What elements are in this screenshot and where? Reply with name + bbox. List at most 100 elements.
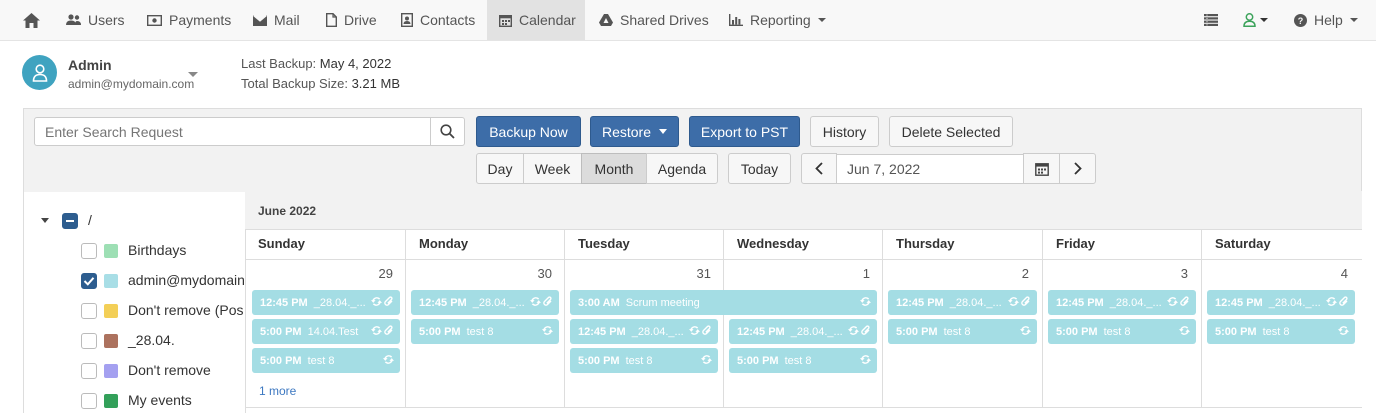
day-number[interactable]: 4 <box>1308 266 1348 281</box>
reporting-icon <box>729 14 743 26</box>
total-backup-size: Total Backup Size: 3.21 MB <box>241 76 400 91</box>
tree-item-dont-remove-pos[interactable]: Don't remove (Pos <box>128 302 245 318</box>
event-title: test 8 <box>466 325 494 338</box>
nav-drive[interactable]: Drive <box>326 0 377 40</box>
chevron-left-icon <box>815 162 823 175</box>
account-email: admin@mydomain.com <box>68 77 195 91</box>
list-view-button[interactable] <box>1204 0 1224 40</box>
more-events-link[interactable]: 1 more <box>259 384 296 398</box>
event-title: _28.04._... <box>949 296 1002 309</box>
backup-now-button[interactable]: Backup Now <box>476 116 581 147</box>
calendar-event[interactable]: 5:00 PM test 8 <box>888 319 1037 344</box>
event-time: 12:45 PM <box>419 296 467 309</box>
nav-calendar[interactable]: Calendar <box>487 0 585 40</box>
calendar-event[interactable]: 5:00 PM test 8 <box>1048 319 1196 344</box>
help-menu[interactable]: ? Help <box>1294 0 1358 40</box>
nav-shared-drives[interactable]: Shared Drives <box>599 0 709 40</box>
event-title: test 8 <box>1262 325 1290 338</box>
day-number[interactable]: 2 <box>989 266 1029 281</box>
nav-reporting-label: Reporting <box>750 12 811 28</box>
calendar-event[interactable]: 12:45 PM _28.04._... <box>570 319 718 344</box>
help-label: Help <box>1314 12 1343 28</box>
calendar-event[interactable]: 5:00 PM test 8 <box>411 319 559 344</box>
nav-contacts[interactable]: Contacts <box>401 0 475 40</box>
day-number[interactable]: 1 <box>830 266 870 281</box>
recurring-icon <box>860 355 871 364</box>
list-icon <box>1204 14 1218 26</box>
search-input[interactable] <box>34 117 431 146</box>
delete-selected-button[interactable]: Delete Selected <box>889 116 1013 147</box>
day-number[interactable]: 3 <box>1148 266 1188 281</box>
recurring-icon <box>371 297 382 306</box>
contacts-icon <box>401 13 413 27</box>
payments-icon <box>147 14 162 26</box>
calendar-event[interactable]: 12:45 PM _28.04._... <box>252 290 400 315</box>
nav-reporting[interactable]: Reporting <box>729 0 826 40</box>
calendar-event[interactable]: 12:45 PM _28.04._... <box>411 290 559 315</box>
day-cell[interactable] <box>564 260 565 408</box>
day-cell[interactable] <box>723 260 724 408</box>
day-number[interactable]: 29 <box>353 266 393 281</box>
calendar-event[interactable]: 5:00 PM test 8 <box>252 348 400 373</box>
account-dropdown-caret[interactable] <box>188 72 198 77</box>
calendar-event[interactable]: 12:45 PM _28.04._... <box>1048 290 1196 315</box>
nav-payments[interactable]: Payments <box>147 0 231 40</box>
tree-item-birthdays[interactable]: Birthdays <box>128 242 186 258</box>
user-menu-button[interactable] <box>1243 0 1268 40</box>
view-week-button[interactable]: Week <box>523 153 582 184</box>
view-agenda-button[interactable]: Agenda <box>646 153 718 184</box>
event-time: 3:00 AM <box>578 296 620 309</box>
drive-icon <box>326 13 337 27</box>
calendar-event[interactable]: 12:45 PM _28.04._... <box>729 319 877 344</box>
account-name: Admin <box>68 57 112 73</box>
calendar-checkbox-birthdays[interactable] <box>81 243 97 259</box>
calendar-event[interactable]: 12:45 PM _28.04._... <box>1207 290 1355 315</box>
view-day-button[interactable]: Day <box>476 153 524 184</box>
export-pst-button[interactable]: Export to PST <box>689 116 800 147</box>
calendar-event[interactable]: 5:00 PM test 8 <box>729 348 877 373</box>
day-number[interactable]: 31 <box>671 266 711 281</box>
prev-button[interactable] <box>801 153 837 184</box>
restore-button[interactable]: Restore <box>590 116 679 147</box>
tree-item-my-events[interactable]: My events <box>128 392 192 408</box>
search-button[interactable] <box>430 117 465 146</box>
tree-expand-caret[interactable] <box>41 218 49 223</box>
attachment-icon <box>384 325 393 335</box>
nav-mail[interactable]: Mail <box>253 0 300 40</box>
last-backup-value: May 4, 2022 <box>319 56 392 71</box>
today-button[interactable]: Today <box>728 153 791 184</box>
day-cell[interactable] <box>405 260 406 408</box>
calendar-checkbox-dont-remove-pos[interactable] <box>81 303 97 319</box>
history-button[interactable]: History <box>810 116 879 147</box>
calendar-event[interactable]: 5:00 PM test 8 <box>1207 319 1355 344</box>
nav-shared-drives-label: Shared Drives <box>620 12 709 28</box>
calendar-checkbox-my-events[interactable] <box>81 393 97 409</box>
root-checkbox[interactable] <box>62 213 78 229</box>
chevron-down-icon <box>1260 18 1268 22</box>
calendar-event[interactable]: 5:00 PM test 8 <box>570 348 718 373</box>
tree-item-28-04[interactable]: _28.04. <box>128 332 175 348</box>
calendar-checkbox-28-04[interactable] <box>81 333 97 349</box>
day-cell[interactable] <box>1201 260 1202 408</box>
home-icon <box>22 12 40 28</box>
recurring-icon <box>383 355 394 364</box>
view-month-button[interactable]: Month <box>581 153 647 184</box>
calendar-event[interactable]: 12:45 PM _28.04._... <box>888 290 1037 315</box>
calendar-checkbox-admin[interactable] <box>81 273 97 289</box>
calendar-event[interactable]: 5:00 PM 14.04.Test <box>252 319 400 344</box>
date-picker-button[interactable] <box>1023 153 1060 184</box>
day-cell[interactable] <box>882 260 883 408</box>
tree-item-admin[interactable]: admin@mydomain.com <box>128 272 245 288</box>
calendar-event[interactable]: 3:00 AM Scrum meeting <box>570 290 877 315</box>
event-title: Scrum meeting <box>625 296 700 309</box>
home-button[interactable] <box>14 0 48 40</box>
tree-item-dont-remove[interactable]: Don't remove <box>128 362 211 378</box>
day-number[interactable]: 30 <box>512 266 552 281</box>
day-cell[interactable] <box>1042 260 1043 408</box>
nav-users[interactable]: Users <box>66 0 125 40</box>
avatar[interactable] <box>22 55 57 90</box>
next-button[interactable] <box>1059 153 1096 184</box>
calendar-checkbox-dont-remove[interactable] <box>81 363 97 379</box>
date-field[interactable]: Jun 7, 2022 <box>836 154 1024 184</box>
event-time: 5:00 PM <box>578 354 620 367</box>
